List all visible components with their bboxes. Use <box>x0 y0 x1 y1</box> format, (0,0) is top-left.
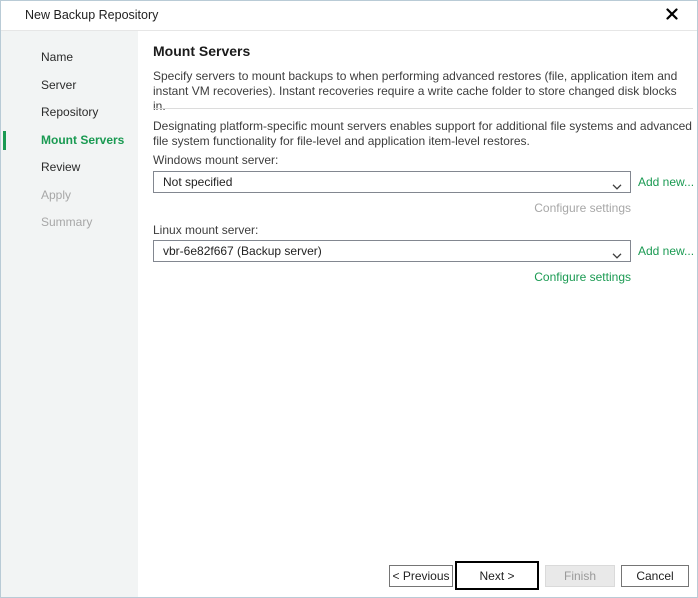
chevron-down-icon <box>612 179 622 185</box>
sidebar-item-name[interactable]: Name <box>1 44 138 72</box>
linux-mount-server-value: vbr-6e82f667 (Backup server) <box>163 244 322 258</box>
windows-mount-server-label: Windows mount server: <box>153 153 278 167</box>
sidebar-item-mount-servers[interactable]: Mount Servers <box>1 127 138 155</box>
finish-button: Finish <box>545 565 615 587</box>
windows-mount-server-select[interactable]: Not specified <box>153 171 631 193</box>
cancel-button[interactable]: Cancel <box>621 565 689 587</box>
sidebar-item-review[interactable]: Review <box>1 154 138 182</box>
description-text: Designating platform-specific mount serv… <box>153 119 698 149</box>
close-icon <box>666 8 678 23</box>
close-button[interactable] <box>657 1 687 30</box>
linux-mount-server-select[interactable]: vbr-6e82f667 (Backup server) <box>153 240 631 262</box>
sidebar-item-repository[interactable]: Repository <box>1 99 138 127</box>
linux-mount-server-label: Linux mount server: <box>153 223 258 237</box>
next-button[interactable]: Next > <box>455 561 539 590</box>
wizard-content: Mount Servers Specify servers to mount b… <box>138 31 697 597</box>
page-title: Mount Servers <box>153 43 250 59</box>
windows-configure-settings-link: Configure settings <box>153 201 631 215</box>
linux-add-new-link[interactable]: Add new... <box>638 244 698 258</box>
windows-add-new-link[interactable]: Add new... <box>638 175 698 189</box>
sidebar-item-summary: Summary <box>1 209 138 237</box>
sidebar-item-apply: Apply <box>1 182 138 210</box>
new-backup-repository-dialog: New Backup Repository Name Server Reposi… <box>0 0 698 598</box>
section-divider <box>153 108 693 109</box>
windows-mount-server-value: Not specified <box>163 175 232 189</box>
chevron-down-icon <box>612 248 622 254</box>
title-bar: New Backup Repository <box>1 1 697 31</box>
wizard-steps-sidebar: Name Server Repository Mount Servers Rev… <box>1 31 138 597</box>
linux-configure-settings-link[interactable]: Configure settings <box>153 270 631 284</box>
previous-button[interactable]: < Previous <box>389 565 453 587</box>
window-title: New Backup Repository <box>25 1 158 30</box>
sidebar-item-server[interactable]: Server <box>1 72 138 100</box>
